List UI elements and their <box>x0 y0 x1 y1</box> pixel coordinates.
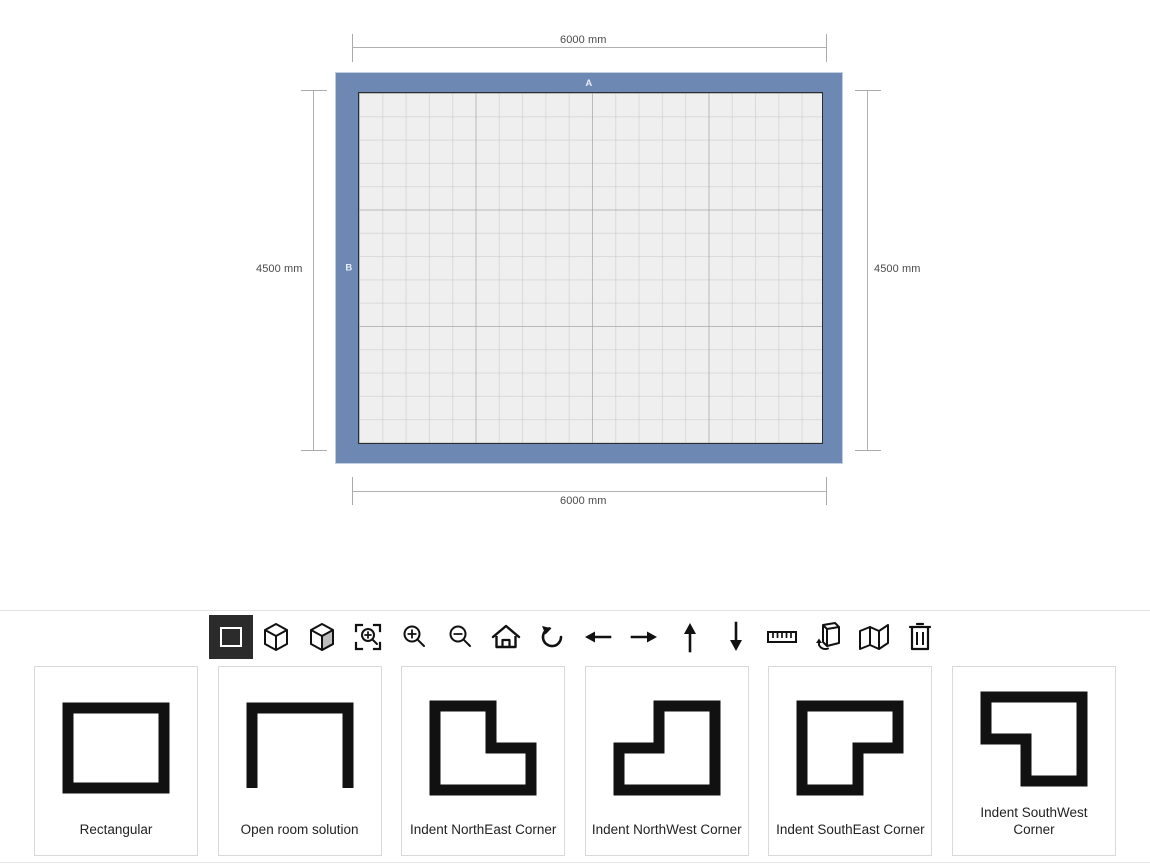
tool-measure-button[interactable] <box>759 615 805 659</box>
dimension-tick-bottom-left <box>352 477 353 505</box>
shape-card-indent-southwest-corner[interactable]: Indent SouthWest Corner <box>951 666 1116 856</box>
shape-label-indent-northeast-corner: Indent NorthEast Corner <box>410 822 557 838</box>
tool-home-view-button[interactable] <box>483 615 529 659</box>
dimension-line-top <box>352 47 826 48</box>
tool-delete-button[interactable] <box>897 615 943 659</box>
dimension-tick-top-right <box>826 34 827 62</box>
rectangular-icon <box>62 702 170 794</box>
zoom-to-fit-icon <box>354 623 382 651</box>
shape-card-indent-northwest-corner[interactable]: Indent NorthWest Corner <box>584 666 749 856</box>
dimension-tick-left-top <box>301 90 327 91</box>
room-designer-canvas[interactable]: 6000 mm 4500 mm 4500 mm 6000 mm A B <box>0 0 1150 610</box>
arrow-up-icon <box>684 623 696 653</box>
tool-move-down-button[interactable] <box>713 615 759 659</box>
shape-thumb-indent-southwest-corner <box>953 667 1115 805</box>
3d-solid-icon <box>310 623 334 651</box>
dimension-label-top: 6000 mm <box>555 34 612 46</box>
shape-card-rectangular[interactable]: Rectangular <box>34 666 198 856</box>
shape-label-indent-southwest-corner: Indent SouthWest Corner <box>980 805 1088 838</box>
arrow-down-icon <box>730 621 742 651</box>
shape-label-indent-southeast-corner: Indent SouthEast Corner <box>776 822 925 838</box>
shape-card-open-room-solution[interactable]: Open room solution <box>217 666 382 856</box>
zoom-out-icon <box>449 625 471 647</box>
shape-thumb-rectangular <box>35 667 197 822</box>
wall-label-b: B <box>345 262 353 274</box>
open-room-solution-icon <box>246 702 354 788</box>
zoom-in-icon <box>403 625 425 647</box>
floor-grid <box>359 93 822 443</box>
indent-northeast-corner-icon <box>429 700 537 796</box>
dimension-tick-left-bottom <box>301 450 327 451</box>
shape-label-indent-northwest-corner: Indent NorthWest Corner <box>591 822 742 838</box>
room-shape-palette: Rectangular Open room solution Indent No… <box>0 666 1150 861</box>
indent-southeast-corner-icon <box>796 700 904 796</box>
tool-zoom-in-button[interactable] <box>391 615 437 659</box>
tool-rotate-button[interactable] <box>529 615 575 659</box>
dimension-label-right: 4500 mm <box>869 263 926 275</box>
shape-thumb-open-room-solution <box>219 667 381 822</box>
dimension-line-right <box>867 90 868 450</box>
shape-card-indent-southeast-corner[interactable]: Indent SouthEast Corner <box>768 666 933 856</box>
dimension-tick-bottom-right <box>826 477 827 505</box>
dimension-tick-top-left <box>352 34 353 62</box>
shape-thumb-indent-southeast-corner <box>769 667 931 822</box>
dimension-line-left <box>313 90 314 450</box>
tool-3d-wireframe-button[interactable] <box>253 615 299 659</box>
trash-icon <box>908 622 932 651</box>
arrow-left-icon <box>585 631 612 643</box>
rotate-icon <box>541 626 563 648</box>
wall-label-a: A <box>585 78 593 89</box>
tool-zoom-out-button[interactable] <box>437 615 483 659</box>
tool-zoom-to-fit-button[interactable] <box>345 615 391 659</box>
ruler-icon <box>767 631 797 643</box>
flip-object-icon <box>816 622 840 650</box>
tool-unfold-walls-button[interactable] <box>851 615 897 659</box>
indent-northwest-corner-icon <box>613 700 721 796</box>
tool-move-left-button[interactable] <box>575 615 621 659</box>
unfold-walls-icon <box>859 624 889 650</box>
bottom-divider <box>0 862 1150 863</box>
room-floor[interactable] <box>358 92 823 444</box>
dimension-line-bottom <box>352 491 826 492</box>
2d-view-icon <box>220 627 242 647</box>
tool-move-up-button[interactable] <box>667 615 713 659</box>
room-walls[interactable]: A B <box>335 72 843 464</box>
shape-card-indent-northeast-corner[interactable]: Indent NorthEast Corner <box>401 666 566 856</box>
home-icon <box>491 624 521 649</box>
tool-move-right-button[interactable] <box>621 615 667 659</box>
shape-label-open-room-solution: Open room solution <box>240 822 359 838</box>
view-toolbar <box>0 611 1150 663</box>
tool-2d-view-button[interactable] <box>209 615 253 659</box>
3d-wireframe-icon <box>264 623 288 651</box>
tool-flip-object-button[interactable] <box>805 615 851 659</box>
shape-thumb-indent-northeast-corner <box>402 667 564 822</box>
shape-thumb-indent-northwest-corner <box>586 667 748 822</box>
indent-southwest-corner-icon <box>980 691 1088 787</box>
tool-3d-solid-button[interactable] <box>299 615 345 659</box>
dimension-label-left: 4500 mm <box>251 263 308 275</box>
dimension-tick-right-top <box>855 90 881 91</box>
shape-label-rectangular: Rectangular <box>79 822 153 838</box>
arrow-right-icon <box>630 631 657 643</box>
dimension-tick-right-bottom <box>855 450 881 451</box>
dimension-label-bottom: 6000 mm <box>555 495 612 507</box>
